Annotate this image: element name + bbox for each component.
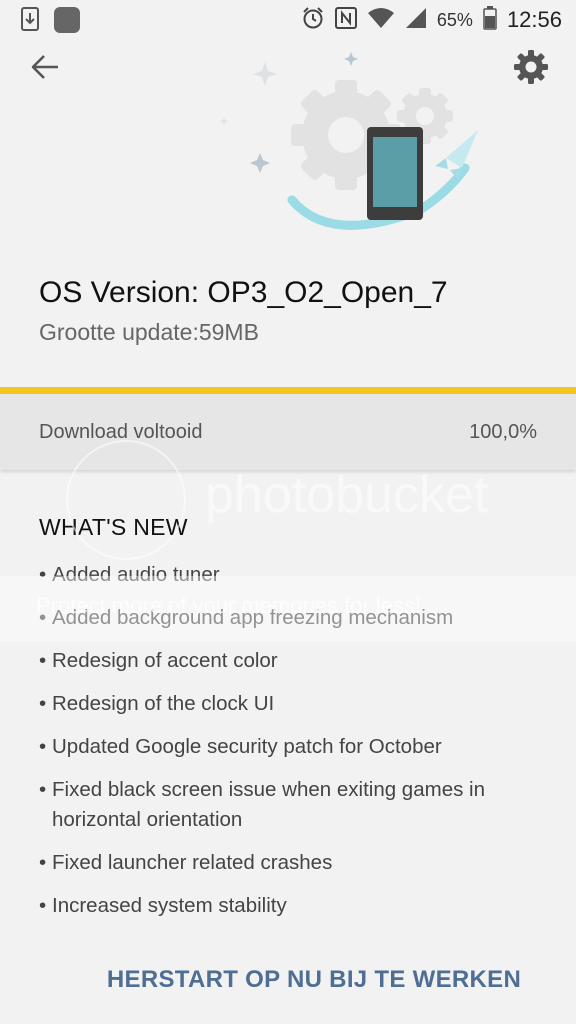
list-item: • Redesign of accent color <box>39 646 539 676</box>
back-button[interactable] <box>26 50 64 88</box>
list-item: • Fixed launcher related crashes <box>39 848 539 878</box>
download-progress-bar <box>0 387 576 394</box>
note-text: Redesign of accent color <box>52 649 278 672</box>
download-progress-fill <box>0 387 576 394</box>
download-percent: 100,0% <box>469 421 537 443</box>
restart-update-button[interactable]: HERSTART OP NU BIJ TE WERKEN <box>107 958 521 1002</box>
watermark-tagline: Protect more of your memories for less! <box>36 593 422 618</box>
note-text: Fixed black screen issue when exiting ga… <box>52 778 485 831</box>
phone-update-rocket-illustration <box>210 40 500 250</box>
download-notification-icon <box>20 7 40 36</box>
alarm-icon <box>301 6 325 35</box>
note-text: Fixed launcher related crashes <box>52 851 333 874</box>
gear-icon <box>514 49 548 89</box>
note-text: Updated Google security patch for Octobe… <box>52 735 442 758</box>
list-item: • Increased system stability <box>39 891 539 921</box>
battery-percent: 65% <box>436 9 473 30</box>
list-item: • Fixed black screen issue when exiting g… <box>39 775 539 835</box>
status-time: 12:56 <box>506 7 562 32</box>
settings-button[interactable] <box>510 48 552 90</box>
note-text: Redesign of the clock UI <box>52 692 275 715</box>
arrow-back-icon <box>31 54 59 85</box>
nfc-icon <box>334 6 357 34</box>
wifi-icon <box>367 7 395 34</box>
battery-icon <box>483 5 497 35</box>
watermark-brand: photobucket <box>205 466 489 524</box>
update-size: Grootte update:59MB <box>39 319 259 345</box>
list-item: • Redesign of the clock UI <box>39 689 539 719</box>
app-notification-icon <box>54 7 80 38</box>
status-bar: 65% 12:56 <box>0 0 576 40</box>
os-version-title: OS Version: OP3_O2_Open_7 <box>39 276 448 309</box>
note-text: Increased system stability <box>52 894 287 917</box>
status-bar-right: 65% 12:56 <box>301 5 562 35</box>
signal-icon <box>405 7 427 34</box>
watermark-logo-circle <box>66 440 186 560</box>
list-item: • Updated Google security patch for Octob… <box>39 732 539 762</box>
